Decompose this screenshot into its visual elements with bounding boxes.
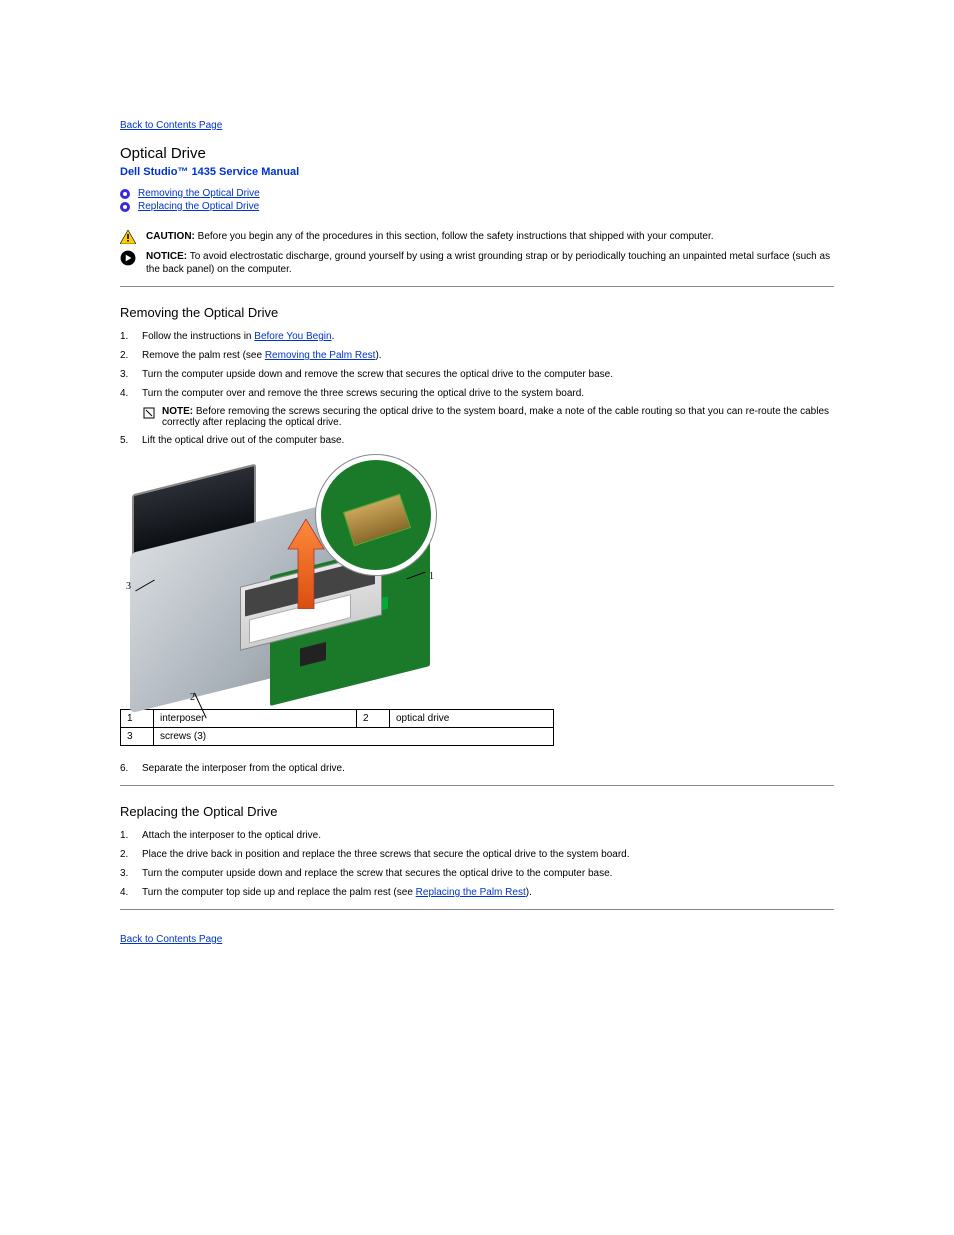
step-number: 3. (120, 368, 142, 381)
table-cell-num: 3 (121, 728, 154, 746)
manual-title: Dell Studio™ 1435 Service Manual (120, 166, 834, 178)
page-title: Optical Drive (120, 145, 834, 162)
step-text: Follow the instructions in (142, 331, 254, 342)
step: 6. Separate the interposer from the opti… (120, 762, 834, 775)
step-number: 3. (120, 867, 142, 880)
step: 4. Turn the computer over and remove the… (120, 387, 834, 400)
step-text: Turn the computer upside down and replac… (142, 867, 834, 880)
callout-number: 1 (429, 571, 434, 582)
notice-label: NOTICE: (146, 251, 187, 262)
callout-2: 2 (190, 692, 195, 703)
step: 4. Turn the computer top side up and rep… (120, 886, 834, 899)
note-icon (142, 406, 156, 420)
callout-1: 1 (429, 571, 434, 582)
step-number: 5. (120, 434, 142, 447)
notice-block: NOTICE: To avoid electrostatic discharge… (120, 250, 834, 276)
toc: Removing the Optical Drive Replacing the… (120, 188, 834, 212)
step-note: NOTE: Before removing the screws securin… (142, 406, 834, 428)
note-text: Before removing the screws securing the … (162, 406, 829, 428)
notice-text: To avoid electrostatic discharge, ground… (146, 251, 830, 275)
note-label: NOTE: (162, 406, 193, 417)
step: 3. Turn the computer upside down and rem… (120, 368, 834, 381)
step-number: 2. (120, 848, 142, 861)
caution-label: CAUTION: (146, 231, 195, 242)
table-cell-label: screws (3) (154, 728, 554, 746)
caution-text: Before you begin any of the procedures i… (198, 231, 714, 242)
step: 5. Lift the optical drive out of the com… (120, 434, 834, 447)
step: 2. Remove the palm rest (see Removing th… (120, 349, 834, 362)
step-number: 4. (120, 387, 142, 400)
step: 1. Attach the interposer to the optical … (120, 829, 834, 842)
step-text: Turn the computer top side up and replac… (142, 887, 416, 898)
step: 1. Follow the instructions in Before You… (120, 330, 834, 343)
bullet-icon (120, 202, 130, 212)
toc-link-replace[interactable]: Replacing the Optical Drive (138, 201, 259, 212)
table-cell-num: 2 (357, 710, 390, 728)
link-replacing-palm-rest[interactable]: Replacing the Palm Rest (416, 887, 526, 898)
step-number: 4. (120, 886, 142, 899)
step-number: 1. (120, 829, 142, 842)
step: 2. Place the drive back in position and … (120, 848, 834, 861)
step-text: Attach the interposer to the optical dri… (142, 829, 834, 842)
divider (120, 286, 834, 287)
bullet-icon (120, 189, 130, 199)
callout-table: 1 interposer 2 optical drive 3 screws (3… (120, 709, 554, 746)
toc-link-remove[interactable]: Removing the Optical Drive (138, 188, 260, 199)
step-text: ). (375, 350, 381, 361)
step-text: Lift the optical drive out of the comput… (142, 434, 834, 447)
divider (120, 785, 834, 786)
replace-heading: Replacing the Optical Drive (120, 804, 834, 819)
remove-heading: Removing the Optical Drive (120, 305, 834, 320)
table-cell-label: interposer (154, 710, 357, 728)
notice-circle-icon (120, 250, 136, 264)
back-to-contents-top[interactable]: Back to Contents Page (120, 120, 222, 131)
caution-block: CAUTION: Before you begin any of the pro… (120, 230, 834, 244)
callout-number: 3 (126, 581, 131, 592)
step-text: Turn the computer over and remove the th… (142, 387, 834, 400)
step-text: Turn the computer upside down and remove… (142, 368, 834, 381)
link-removing-palm-rest[interactable]: Removing the Palm Rest (265, 350, 376, 361)
step-number: 2. (120, 349, 142, 362)
step-text: Separate the interposer from the optical… (142, 762, 834, 775)
step-text: Remove the palm rest (see (142, 350, 265, 361)
divider (120, 909, 834, 910)
step-number: 6. (120, 762, 142, 775)
callout-3: 3 (126, 581, 131, 592)
step-text: Place the drive back in position and rep… (142, 848, 834, 861)
table-cell-label: optical drive (390, 710, 554, 728)
step: 3. Turn the computer upside down and rep… (120, 867, 834, 880)
back-to-contents-bottom[interactable]: Back to Contents Page (120, 934, 222, 945)
step-text: . (332, 331, 335, 342)
table-cell-num: 1 (121, 710, 154, 728)
detail-inset-icon (316, 455, 436, 575)
caution-triangle-icon (120, 230, 136, 244)
step-number: 1. (120, 330, 142, 343)
step-text: ). (526, 887, 532, 898)
figure-optical-drive: 1 2 3 (120, 461, 430, 701)
link-before-you-begin[interactable]: Before You Begin (254, 331, 331, 342)
